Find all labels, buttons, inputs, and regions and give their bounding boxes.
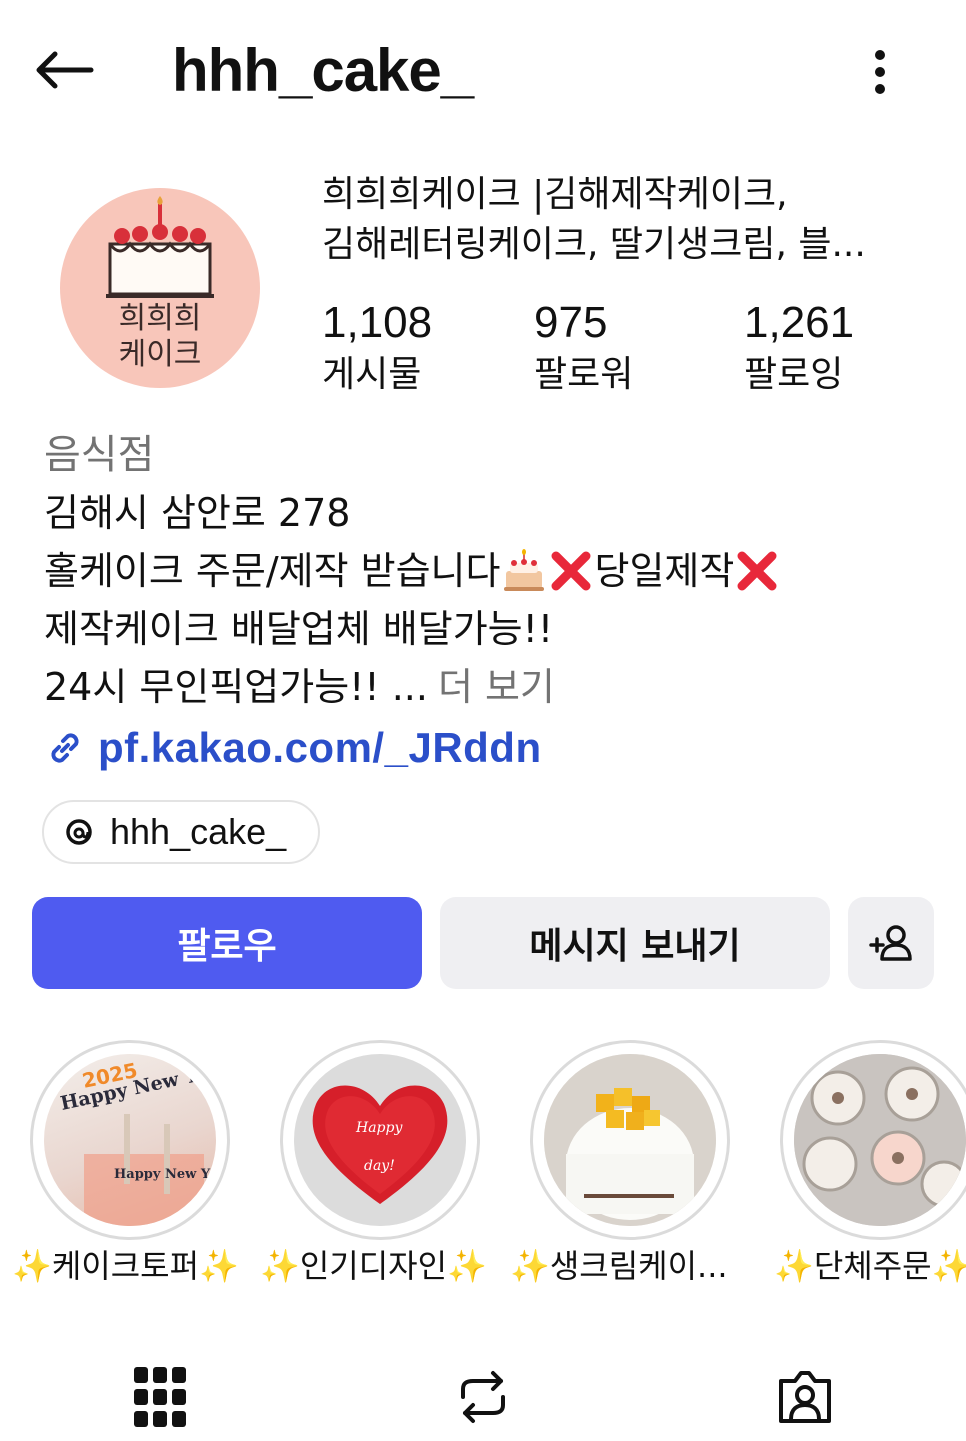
profile-avatar[interactable]: 희희희 케이크 bbox=[60, 188, 260, 388]
threads-handle: hhh_cake_ bbox=[110, 811, 287, 852]
display-name-line2: 김해레터링케이크, 딸기생크림, 블... bbox=[322, 224, 866, 265]
grid-icon bbox=[134, 1367, 186, 1427]
topper-image: 2025 Happy New Year Happy New Year bbox=[58, 1057, 216, 1226]
arrow-left-icon bbox=[36, 51, 94, 89]
suggest-people-button[interactable] bbox=[848, 897, 934, 989]
highlight-cover bbox=[794, 1054, 966, 1226]
tagged-person-icon bbox=[779, 1371, 831, 1423]
vertical-dots-icon bbox=[875, 50, 885, 94]
bio-line: 홀케이크 주문/제작 받습니다 당일제작 bbox=[44, 542, 944, 600]
highlight-cover: Happy day! bbox=[294, 1054, 466, 1226]
followers-count: 975 bbox=[534, 298, 608, 347]
avatar-text-line1: 희희희 bbox=[118, 301, 202, 336]
birthday-cake-icon bbox=[504, 549, 545, 591]
cross-mark-icon bbox=[737, 551, 777, 591]
highlight-label: ✨생크림케이... bbox=[510, 1247, 728, 1285]
highlight-label: ✨케이크토퍼✨ bbox=[12, 1247, 239, 1285]
posts-label: 게시물 bbox=[322, 354, 422, 395]
see-more-link[interactable]: 더 보기 bbox=[438, 658, 555, 716]
link-icon bbox=[51, 733, 79, 763]
highlight-cover bbox=[544, 1054, 716, 1226]
tab-tagged[interactable] bbox=[765, 1362, 845, 1432]
highlight-popular-designs[interactable]: Happy day! bbox=[280, 1040, 480, 1280]
threads-icon bbox=[66, 819, 92, 845]
profile-tab-bar bbox=[0, 1350, 966, 1441]
bio-line: 김해시 삼안로 278 bbox=[44, 491, 351, 535]
bio-line: 제작케이크 배달업체 배달가능!! bbox=[44, 607, 554, 651]
mango-cake-image bbox=[544, 1054, 716, 1226]
bio-line: 24시 무인픽업가능!! ... 더 보기 bbox=[44, 658, 944, 716]
following-label: 팔로잉 bbox=[744, 354, 844, 395]
profile-bio: 김해시 삼안로 278 홀케이크 주문/제작 받습니다 당일제작 제작케이크 배… bbox=[44, 484, 944, 716]
cross-mark-icon bbox=[551, 551, 591, 591]
heart-cake-image: Happy day! bbox=[312, 1085, 448, 1204]
stat-followers[interactable]: 975 팔로워 bbox=[534, 298, 633, 402]
profile-stats: 1,108 게시물 975 팔로워 1,261 팔로잉 bbox=[322, 298, 942, 408]
bio-text: 24시 무인픽업가능!! ... bbox=[44, 665, 428, 709]
highlight-fresh-cream-cake[interactable] bbox=[530, 1040, 730, 1280]
bio-text: 홀케이크 주문/제작 받습니다 bbox=[44, 549, 501, 593]
highlight-label: ✨단체주문✨ bbox=[774, 1247, 966, 1285]
profile-username: hhh_cake_ bbox=[172, 37, 474, 104]
highlight-cover: 2025 Happy New Year Happy New Year bbox=[44, 1054, 216, 1226]
add-person-icon bbox=[869, 925, 912, 961]
display-name-line1: 희희희케이크 |김해제작케이크, bbox=[322, 174, 788, 215]
followers-label: 팔로워 bbox=[534, 354, 634, 395]
following-count: 1,261 bbox=[744, 298, 855, 347]
cake-text: Happy bbox=[355, 1120, 403, 1136]
cake-logo-icon bbox=[106, 196, 214, 298]
back-button[interactable] bbox=[30, 40, 98, 100]
follow-button[interactable]: 팔로우 bbox=[32, 897, 422, 989]
bio-text: 당일제작 bbox=[594, 549, 735, 593]
highlight-label: ✨인기디자인✨ bbox=[260, 1247, 487, 1285]
tab-posts-grid[interactable] bbox=[120, 1362, 200, 1432]
top-bar: hhh_cake_ bbox=[0, 0, 966, 140]
avatar-text-line2: 케이크 bbox=[118, 337, 202, 372]
cake-text: day! bbox=[364, 1158, 395, 1174]
more-options-button[interactable] bbox=[860, 44, 900, 100]
mini-cakes-image bbox=[794, 1054, 966, 1226]
reels-repost-icon bbox=[461, 1371, 505, 1423]
link-text[interactable]: pf.kakao.com/_JRddn bbox=[98, 724, 542, 772]
stat-following[interactable]: 1,261 팔로잉 bbox=[744, 298, 854, 402]
profile-display-name: 희희희케이크 |김해제작케이크, 김해레터링케이크, 딸기생크림, 블... bbox=[322, 170, 932, 270]
highlight-cake-toppers[interactable]: 2025 Happy New Year Happy New Year bbox=[30, 1040, 230, 1280]
highlight-group-orders[interactable] bbox=[780, 1040, 966, 1280]
tab-reposts[interactable] bbox=[443, 1362, 523, 1432]
topper-text-small: Happy New Year bbox=[114, 1167, 216, 1182]
threads-badge[interactable]: hhh_cake_ bbox=[42, 800, 320, 864]
posts-count: 1,108 bbox=[322, 298, 433, 347]
stat-posts[interactable]: 1,108 게시물 bbox=[322, 298, 432, 402]
profile-category: 음식점 bbox=[44, 432, 155, 478]
profile-link[interactable]: pf.kakao.com/_JRddn bbox=[44, 724, 542, 772]
message-button[interactable]: 메시지 보내기 bbox=[440, 897, 830, 989]
